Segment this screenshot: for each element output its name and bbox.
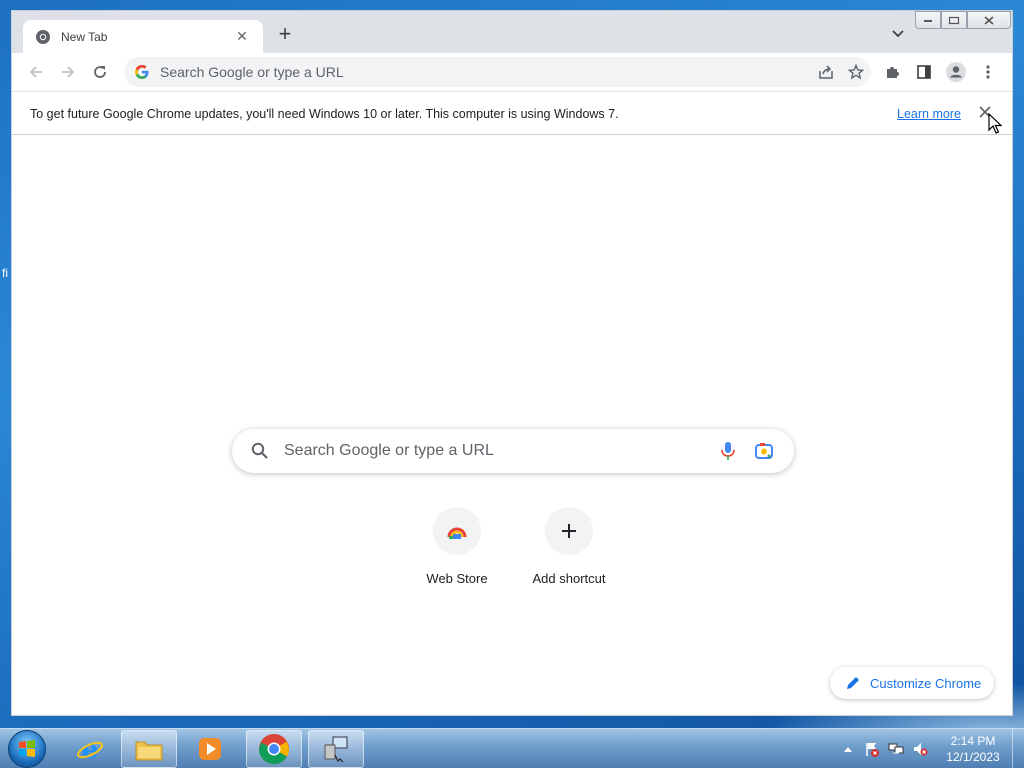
puzzle-icon[interactable] xyxy=(881,61,903,83)
forward-arrow-icon[interactable] xyxy=(57,61,79,83)
customize-chrome-label: Customize Chrome xyxy=(870,675,982,691)
toolbar: Search Google or type a URL xyxy=(12,53,1012,91)
chevron-down-icon[interactable] xyxy=(892,27,904,41)
shortcut-label: Add shortcut xyxy=(532,571,606,586)
profile-icon[interactable] xyxy=(945,61,967,83)
clock[interactable]: 2:14 PM 12/1/2023 xyxy=(938,733,1008,765)
customize-chrome-button[interactable]: Customize Chrome xyxy=(830,667,994,699)
reload-icon[interactable] xyxy=(89,61,111,83)
star-icon[interactable] xyxy=(841,60,871,84)
system-tray: 2:14 PM 12/1/2023 xyxy=(836,729,1024,768)
close-icon[interactable] xyxy=(967,11,1011,29)
media-player-icon[interactable] xyxy=(182,730,238,768)
kebab-menu-icon[interactable] xyxy=(977,61,999,83)
mouse-cursor-icon xyxy=(988,113,1002,134)
back-arrow-icon[interactable] xyxy=(25,61,47,83)
volume-muted-icon[interactable] xyxy=(910,739,930,759)
clock-date: 12/1/2023 xyxy=(946,750,1000,764)
internet-explorer-icon[interactable]: e xyxy=(62,730,118,768)
ntp-search-box[interactable]: Search Google or type a URL xyxy=(232,429,794,473)
ntp-search-placeholder: Search Google or type a URL xyxy=(284,442,494,459)
update-infobar: To get future Google Chrome updates, you… xyxy=(12,91,1012,135)
show-hidden-icons-icon[interactable] xyxy=(838,739,858,759)
google-lens-icon[interactable] xyxy=(752,439,776,463)
file-explorer-icon[interactable] xyxy=(121,730,177,768)
plus-icon xyxy=(545,507,593,555)
side-panel-icon[interactable] xyxy=(913,61,935,83)
search-icon xyxy=(250,441,270,461)
show-desktop-button[interactable] xyxy=(1012,729,1024,768)
tab-new-tab[interactable]: New Tab ✕ xyxy=(23,20,263,53)
omnibox[interactable]: Search Google or type a URL xyxy=(124,57,871,87)
infobar-message: To get future Google Chrome updates, you… xyxy=(30,107,619,121)
share-icon[interactable] xyxy=(811,60,841,84)
web-store-icon xyxy=(433,507,481,555)
chrome-icon xyxy=(35,29,51,45)
pencil-icon xyxy=(847,677,859,689)
taskbar: e 2:14 PM 12/1/2023 xyxy=(0,728,1024,768)
google-g-icon xyxy=(134,64,150,80)
shortcut-label: Web Store xyxy=(426,571,488,586)
desktop-icon-label-fragment[interactable]: fi xyxy=(2,266,8,280)
learn-more-link[interactable]: Learn more xyxy=(897,107,961,121)
remote-desktop-icon[interactable] xyxy=(308,730,364,768)
svg-text:e: e xyxy=(82,735,99,764)
windows-logo-icon xyxy=(19,740,35,757)
minimize-icon[interactable] xyxy=(915,11,941,29)
new-tab-button[interactable]: + xyxy=(274,23,296,45)
shortcut-add[interactable]: Add shortcut xyxy=(513,507,625,586)
new-tab-page: Search Google or type a URL Web Store Ad… xyxy=(12,135,1012,715)
chrome-window: New Tab ✕ + Search Google or type a URL … xyxy=(11,10,1013,716)
restore-icon[interactable] xyxy=(941,11,967,29)
microphone-icon[interactable] xyxy=(716,439,740,463)
start-button[interactable] xyxy=(8,730,46,768)
network-icon[interactable] xyxy=(886,739,906,759)
shortcut-web-store[interactable]: Web Store xyxy=(401,507,513,586)
tab-strip: New Tab ✕ + xyxy=(12,11,1012,53)
tab-title: New Tab xyxy=(61,29,108,44)
action-center-flag-icon[interactable] xyxy=(862,739,882,759)
omnibox-placeholder: Search Google or type a URL xyxy=(160,64,344,80)
chrome-icon[interactable] xyxy=(246,730,302,768)
clock-time: 2:14 PM xyxy=(950,734,996,748)
tab-close-icon[interactable]: ✕ xyxy=(233,28,251,45)
window-caption-buttons xyxy=(915,11,1011,29)
